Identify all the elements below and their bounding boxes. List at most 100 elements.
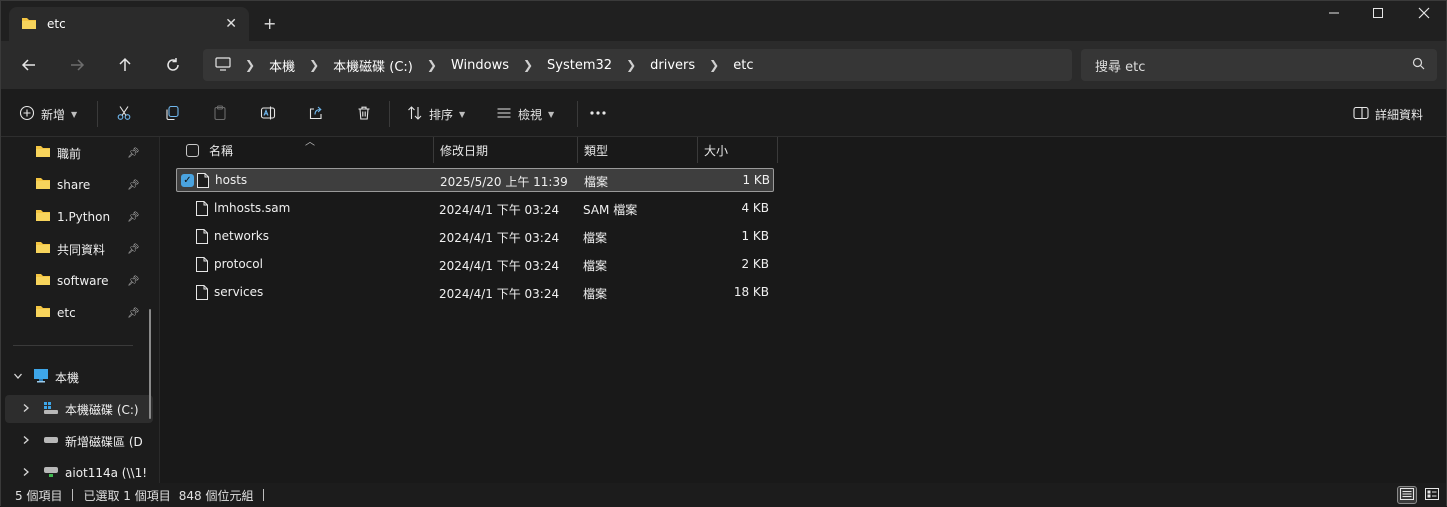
folder-icon [35,273,51,289]
sidebar-item-label: share [57,178,91,192]
plus-circle-icon [19,105,35,124]
column-modified-label: 修改日期 [440,143,489,158]
breadcrumb-etc[interactable]: etc [733,58,753,73]
sidebar-item-pinned-4[interactable]: 共同資料 📌︎ [1,235,155,263]
clipboard-icon [212,104,228,124]
column-divider[interactable] [577,137,578,163]
file-modified: 2025/5/20 上午 11:39 [440,175,568,189]
drive-icon [43,434,59,448]
breadcrumb-windows[interactable]: Windows [451,58,509,73]
sidebar-divider [13,345,133,346]
file-explorer-window: etc ✕ + ❯ 本機 ❯ 本機磁碟 (C:) ❯ Windows ❯ Sys… [0,0,1447,507]
minimize-button[interactable] [1324,7,1344,23]
chevron-right-icon[interactable] [21,466,31,480]
column-divider[interactable] [433,137,434,163]
address-bar[interactable]: ❯ 本機 ❯ 本機磁碟 (C:) ❯ Windows ❯ System32 ❯ … [203,49,1072,81]
file-size: 4 KB [741,201,769,215]
folder-icon [35,241,51,257]
file-icon [196,229,208,247]
rename-button[interactable] [260,102,276,126]
folder-icon [35,305,51,321]
sidebar-item-c-drive[interactable]: 本機磁碟 (C:) [5,395,153,423]
pin-icon: 📌︎ [127,211,140,223]
sidebar-item-pinned-6[interactable]: etc 📌︎ [1,299,155,327]
arrow-left-icon [21,59,35,71]
breadcrumb-this-pc[interactable]: 本機 [269,56,295,75]
back-button[interactable] [17,53,41,77]
breadcrumb-drivers[interactable]: drivers [650,58,695,73]
sort-button[interactable]: 排序 ▼ [407,102,465,126]
copy-icon [164,105,180,124]
file-row-hosts[interactable]: ✓ hosts 2025/5/20 上午 11:39 檔案 1 KB [176,168,774,192]
new-tab-button[interactable]: + [263,14,276,33]
column-divider[interactable] [697,137,698,163]
file-row-services[interactable]: services 2024/4/1 下午 03:24 檔案 18 KB [176,281,774,305]
sort-label: 排序 [429,107,454,122]
delete-button[interactable] [356,102,372,126]
chevron-down-icon: ▼ [548,109,555,119]
sidebar-scrollbar[interactable] [149,309,151,419]
navigation-pane: 職前 📌︎ share 📌︎ 1.Python 📌︎ 共同資料 📌︎ softw… [1,137,159,483]
sidebar-item-label: 本機磁碟 (C:) [65,402,139,417]
search-input[interactable]: 搜尋 etc [1081,49,1437,81]
view-list-icon [496,105,512,124]
sidebar-item-label: 新增磁碟區 (D [65,434,143,449]
sidebar-item-label: 1.Python [57,210,111,224]
chevron-right-icon[interactable] [21,434,31,448]
close-tab-icon[interactable]: ✕ [225,16,237,32]
new-button[interactable]: 新增 ▼ [19,102,77,126]
file-type: 檔案 [584,175,609,189]
file-type: 檔案 [583,231,608,245]
pin-icon: 📌︎ [127,307,140,319]
row-checkbox-checked[interactable]: ✓ [181,174,194,187]
column-header-name[interactable]: 名稱 [186,137,432,163]
status-selection: 已選取 1 個項目 [83,488,171,503]
divider [577,101,578,127]
column-name-label: 名稱 [209,143,234,158]
forward-button[interactable] [65,53,89,77]
copy-button[interactable] [164,102,180,126]
more-options-button[interactable] [589,102,607,126]
view-button[interactable]: 檢視 ▼ [496,102,554,126]
tiles-view-button[interactable] [1422,486,1442,504]
close-window-button[interactable] [1414,7,1434,23]
cut-button[interactable] [116,102,132,126]
details-view-button[interactable] [1397,486,1417,504]
refresh-button[interactable] [161,53,185,77]
sidebar-item-pinned-5[interactable]: software 📌︎ [1,267,155,295]
sidebar-item-pinned-2[interactable]: share 📌︎ [1,171,155,199]
file-type: 檔案 [583,259,608,273]
column-header-modified[interactable]: 修改日期 [440,137,576,163]
up-button[interactable] [113,53,137,77]
folder-icon [21,16,37,33]
chevron-right-icon[interactable] [21,402,31,416]
breadcrumb-system32[interactable]: System32 [547,58,612,73]
column-divider[interactable] [777,137,778,163]
column-header-size[interactable]: 大小 [704,137,776,163]
share-button[interactable] [308,102,324,126]
tab-label: etc [47,17,66,31]
details-pane-icon [1353,106,1369,123]
sidebar-item-this-pc[interactable]: 本機 [1,363,155,391]
sidebar-item-d-drive[interactable]: 新增磁碟區 (D [1,427,155,455]
column-size-label: 大小 [704,143,729,158]
file-modified: 2024/4/1 下午 03:24 [439,287,560,301]
search-icon [1412,57,1425,74]
tab-etc[interactable]: etc ✕ [9,7,249,41]
select-all-checkbox[interactable] [186,143,199,157]
file-row-protocol[interactable]: protocol 2024/4/1 下午 03:24 檔案 2 KB [176,253,774,277]
file-icon [196,201,208,219]
chevron-down-icon[interactable] [13,370,23,384]
column-header-type[interactable]: 類型 [584,137,696,163]
file-row-lmhosts[interactable]: lmhosts.sam 2024/4/1 下午 03:24 SAM 檔案 4 K… [176,197,774,221]
sidebar-item-pinned-1[interactable]: 職前 📌︎ [1,139,155,167]
maximize-button[interactable] [1368,7,1388,23]
tiles-view-icon [1425,487,1439,503]
paste-button[interactable] [212,102,228,126]
file-row-networks[interactable]: networks 2024/4/1 下午 03:24 檔案 1 KB [176,225,774,249]
details-view-icon [1400,487,1414,503]
breadcrumb-c-drive[interactable]: 本機磁碟 (C:) [333,56,413,75]
sidebar-item-network-drive[interactable]: aiot114a (\\1! [1,459,155,483]
details-pane-button[interactable]: 詳細資料 [1353,102,1423,126]
sidebar-item-pinned-3[interactable]: 1.Python 📌︎ [1,203,155,231]
